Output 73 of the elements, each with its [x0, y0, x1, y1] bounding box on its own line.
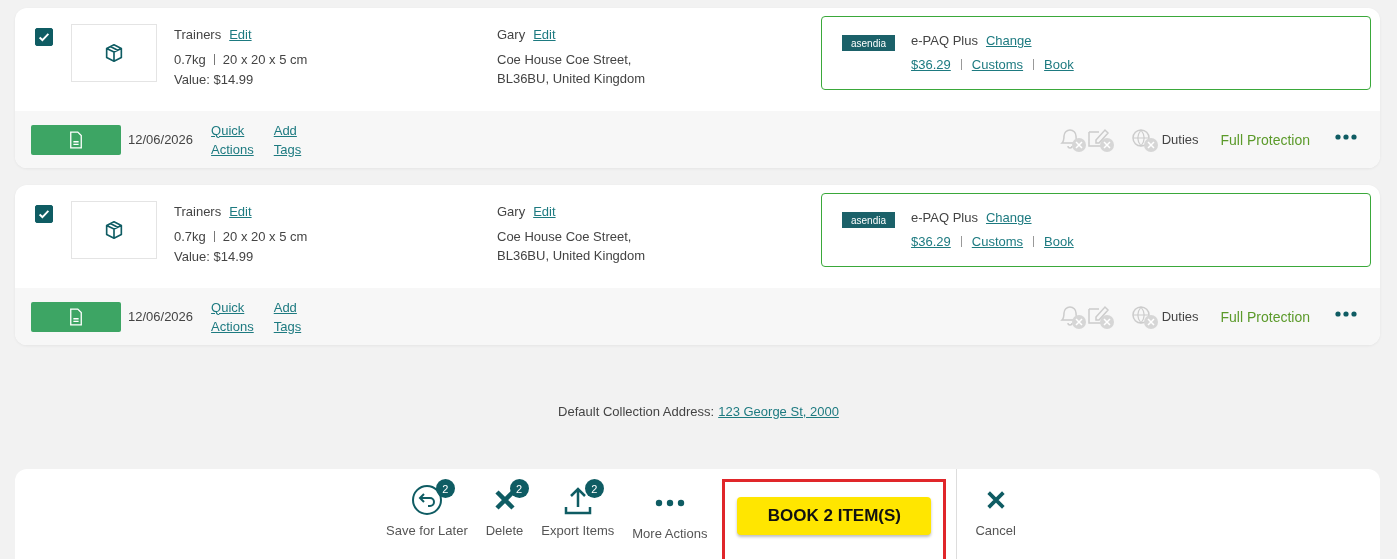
action-button[interactable]: 2 Save for Later [377, 471, 477, 559]
item-dimensions: 20 x 20 x 5 cm [222, 229, 308, 244]
service-name: e-PAQ Plus [911, 33, 978, 48]
duties-label: Duties [1161, 132, 1199, 147]
document-button[interactable] [31, 124, 121, 155]
check-icon [37, 207, 51, 221]
address-line: BL36BU, United Kingdom [497, 248, 647, 263]
quick-actions-link[interactable]: Quick Actions [211, 299, 254, 334]
undo-icon [410, 484, 443, 516]
checkbox[interactable] [35, 28, 53, 46]
address-line: Coe House Coe Street, [497, 229, 633, 244]
quick-actions-link[interactable]: Quick Actions [211, 122, 254, 157]
item-value: Value: $14.99 [174, 72, 255, 87]
close-icon [492, 488, 517, 512]
edit-link[interactable]: Edit [533, 27, 556, 42]
address-line: Coe House Coe Street, [497, 52, 633, 67]
cancel-button[interactable]: Cancel [957, 469, 1034, 559]
item-name: Trainers [174, 27, 222, 42]
ship-date: 12/06/2026 [128, 309, 194, 324]
edit-link[interactable]: Edit [229, 27, 252, 42]
more-icon [654, 499, 685, 507]
document-button[interactable] [31, 301, 121, 332]
check-icon [37, 30, 51, 44]
checkbox[interactable] [35, 205, 53, 223]
edit-off-icon [1085, 126, 1116, 153]
bell-off-icon [1057, 303, 1088, 330]
upload-icon [563, 485, 592, 515]
count-badge: 2 [584, 479, 604, 498]
item-weight: 0.7kg [174, 229, 206, 244]
document-icon [69, 307, 83, 326]
price-link[interactable]: $36.29 [911, 234, 951, 249]
box-icon [103, 219, 125, 241]
service-name: e-PAQ Plus [911, 210, 978, 225]
price-link[interactable]: $36.29 [911, 57, 951, 72]
globe-off-icon [1129, 126, 1160, 153]
protection-label: Full Protection [1220, 308, 1310, 325]
recipient-name: Gary [497, 204, 526, 219]
document-icon [69, 130, 83, 149]
box-icon [103, 42, 125, 64]
more-icon[interactable] [1335, 133, 1357, 140]
action-button[interactable]: 2 Delete [476, 471, 533, 559]
address-line: BL36BU, United Kingdom [497, 71, 647, 86]
add-tags-link[interactable]: Add Tags [273, 299, 302, 334]
carrier-logo: asendia [842, 35, 896, 51]
edit-link[interactable]: Edit [533, 204, 556, 219]
more-icon[interactable] [1335, 310, 1357, 317]
book-link[interactable]: Book [1044, 57, 1074, 72]
change-link[interactable]: Change [986, 33, 1032, 48]
book-link[interactable]: Book [1044, 234, 1074, 249]
action-button[interactable]: More Actions [623, 474, 717, 559]
carrier-logo: asendia [842, 212, 896, 228]
ship-date: 12/06/2026 [128, 132, 194, 147]
collection-address-link[interactable]: 123 George St, 2000 [718, 404, 839, 419]
item-value: Value: $14.99 [174, 249, 255, 264]
count-badge: 2 [509, 479, 529, 498]
item-name: Trainers [174, 204, 222, 219]
protection-label: Full Protection [1220, 131, 1310, 148]
item-weight: 0.7kg [174, 52, 206, 67]
duties-label: Duties [1161, 309, 1199, 324]
add-tags-link[interactable]: Add Tags [273, 122, 302, 157]
edit-off-icon [1085, 303, 1116, 330]
change-link[interactable]: Change [986, 210, 1032, 225]
item-dimensions: 20 x 20 x 5 cm [222, 52, 308, 67]
recipient-name: Gary [497, 27, 526, 42]
bell-off-icon [1057, 126, 1088, 153]
edit-link[interactable]: Edit [229, 204, 252, 219]
customs-link[interactable]: Customs [971, 234, 1024, 249]
book-button[interactable]: BOOK 2 ITEM(S) [737, 497, 932, 535]
count-badge: 2 [435, 479, 455, 498]
globe-off-icon [1129, 303, 1160, 330]
action-button[interactable]: 2 Export Items [532, 471, 624, 559]
collection-label: Default Collection Address: [558, 404, 715, 419]
customs-link[interactable]: Customs [971, 57, 1024, 72]
